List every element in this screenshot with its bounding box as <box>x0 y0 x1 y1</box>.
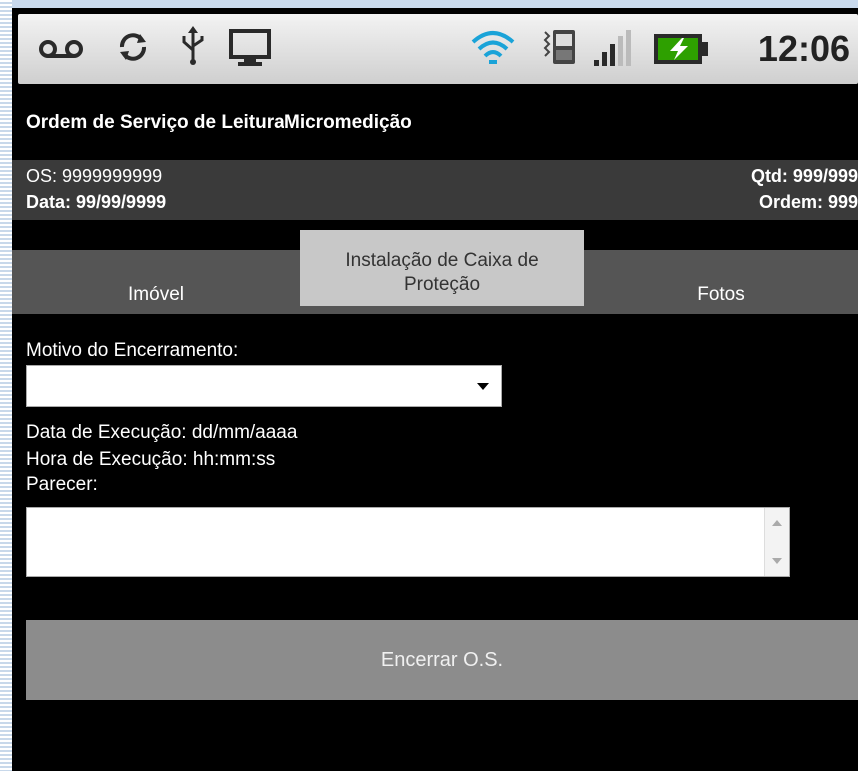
window-frame-edge <box>0 0 12 771</box>
vibrate-icon <box>543 30 575 64</box>
tab-imovel[interactable]: Imóvel <box>12 250 300 314</box>
chevron-down-icon <box>477 383 489 390</box>
page-title: Ordem de Serviço de Leitura Micromedição <box>26 112 412 134</box>
order-info-bar: OS: 9999999999 Data: 99/99/9999 Qtd: 999… <box>12 160 858 220</box>
usb-icon <box>182 26 204 65</box>
order-quantity: Qtd: 999/999 <box>750 166 858 186</box>
hora-execucao-text: Hora de Execução: hh:mm:ss <box>26 449 276 470</box>
tab-label: Instalação de Caixa de Proteção <box>345 250 539 295</box>
signal-icon <box>594 30 631 66</box>
order-date: Data: 99/99/9999 <box>26 192 167 212</box>
tab-fotos[interactable]: Fotos <box>584 250 858 314</box>
tab-underline <box>12 306 858 314</box>
tab-label: Imóvel <box>128 284 184 305</box>
battery-charging-icon <box>654 34 708 64</box>
device-screen: 12:06 Ordem de Serviço de Leitura Microm… <box>12 8 858 771</box>
parecer-label: Parecer: <box>26 474 98 495</box>
page-title-part2: Micromedição <box>284 112 412 133</box>
window-frame-top <box>0 0 858 8</box>
parecer-textarea[interactable] <box>26 507 790 577</box>
scroll-down-icon[interactable] <box>772 558 782 564</box>
page-title-part1: Ordem de Serviço de Leitura <box>26 112 284 133</box>
motivo-select[interactable] <box>26 365 502 407</box>
status-clock: 12:06 <box>757 28 850 69</box>
sync-icon <box>120 33 146 61</box>
motivo-label: Motivo do Encerramento: <box>26 340 239 361</box>
voicemail-icon <box>39 40 83 58</box>
order-sequence: Ordem: 999 <box>758 192 858 212</box>
order-number: OS: 9999999999 <box>26 166 163 186</box>
encerrar-os-button[interactable]: Encerrar O.S. <box>26 620 858 700</box>
monitor-icon <box>229 29 271 66</box>
status-bar: 12:06 <box>18 14 858 84</box>
tab-bar: Imóvel Instalação de Caixa de Proteção F… <box>12 230 858 314</box>
tab-label: Fotos <box>697 284 745 305</box>
encerrar-os-label: Encerrar O.S. <box>380 648 504 671</box>
tab-instalacao[interactable]: Instalação de Caixa de Proteção <box>300 230 584 314</box>
wifi-icon <box>471 31 515 64</box>
scroll-up-icon[interactable] <box>772 520 782 526</box>
textarea-scrollbar[interactable] <box>764 508 789 576</box>
data-execucao-text: Data de Execução: dd/mm/aaaa <box>26 422 298 443</box>
